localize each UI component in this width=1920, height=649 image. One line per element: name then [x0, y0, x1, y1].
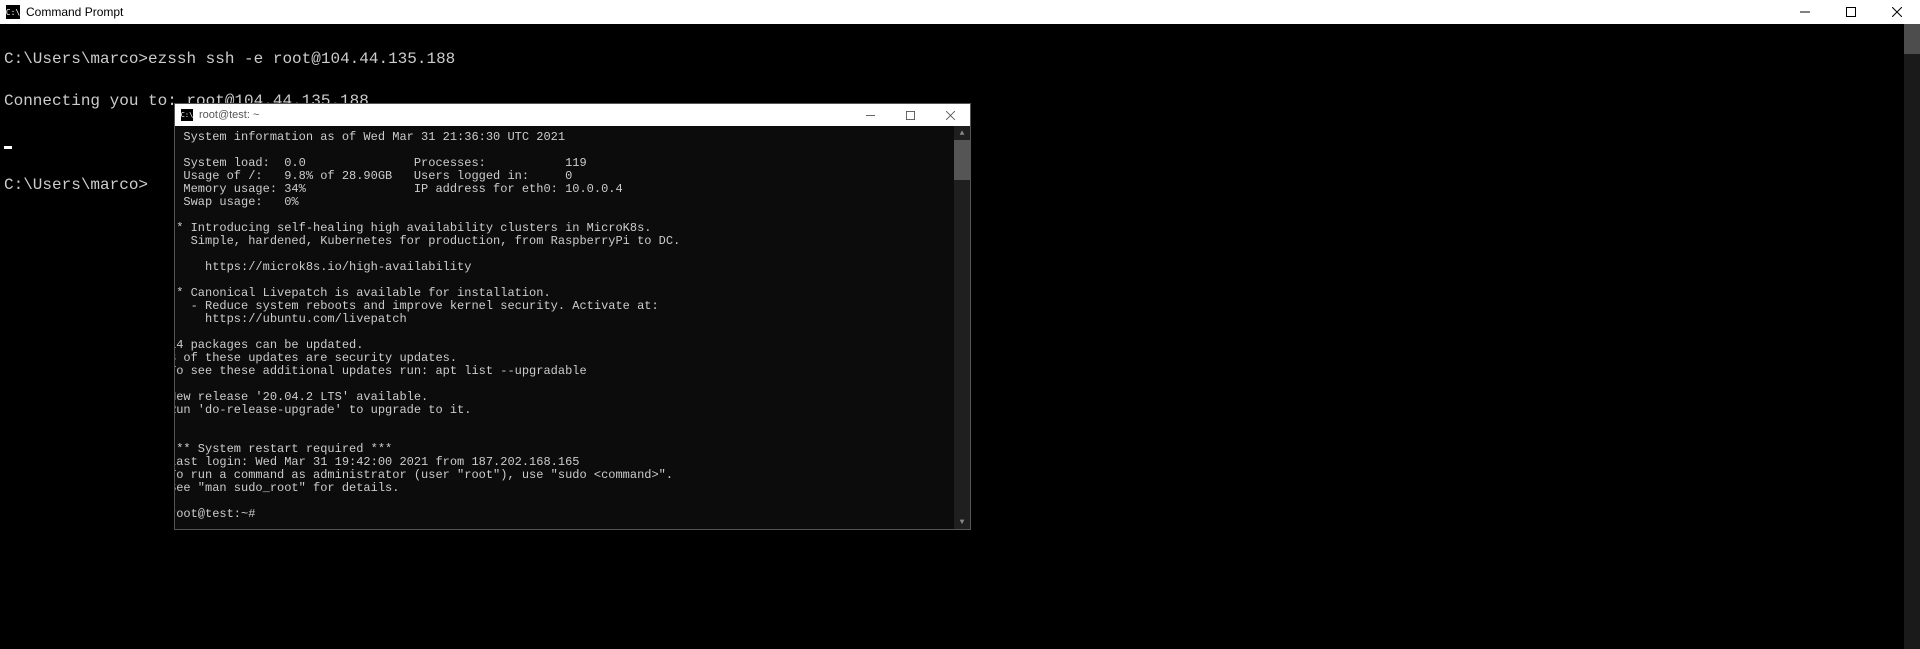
ssh-titlebar[interactable]: C:\ root@test: ~ [175, 104, 970, 126]
ssh-maximize-button[interactable] [890, 104, 930, 126]
ssh-scrollbar[interactable]: ▲ ▼ [954, 126, 970, 529]
scrollbar-thumb[interactable] [954, 140, 970, 180]
outer-titlebar[interactable]: C:\ Command Prompt [0, 0, 1920, 24]
scrollbar-thumb[interactable] [1904, 24, 1920, 54]
close-button[interactable] [1874, 0, 1920, 24]
ssh-terminal[interactable]: System information as of Wed Mar 31 21:3… [175, 126, 970, 529]
scroll-down-arrow[interactable]: ▼ [954, 515, 970, 529]
maximize-button[interactable] [1828, 0, 1874, 24]
terminal-line: C:\Users\marco>ezssh ssh -e root@104.44.… [4, 49, 1916, 70]
ssh-title: root@test: ~ [199, 109, 259, 121]
ssh-window: C:\ root@test: ~ System information as o… [174, 103, 971, 530]
scroll-up-arrow[interactable]: ▲ [954, 126, 970, 140]
ssh-minimize-button[interactable] [850, 104, 890, 126]
minimize-button[interactable] [1782, 0, 1828, 24]
cmd-icon: C:\ [181, 109, 193, 121]
cmd-icon: C:\ [6, 5, 20, 19]
outer-scrollbar[interactable] [1904, 24, 1920, 649]
outer-title: Command Prompt [26, 5, 123, 19]
ssh-close-button[interactable] [930, 104, 970, 126]
ssh-output: System information as of Wed Mar 31 21:3… [175, 131, 680, 521]
